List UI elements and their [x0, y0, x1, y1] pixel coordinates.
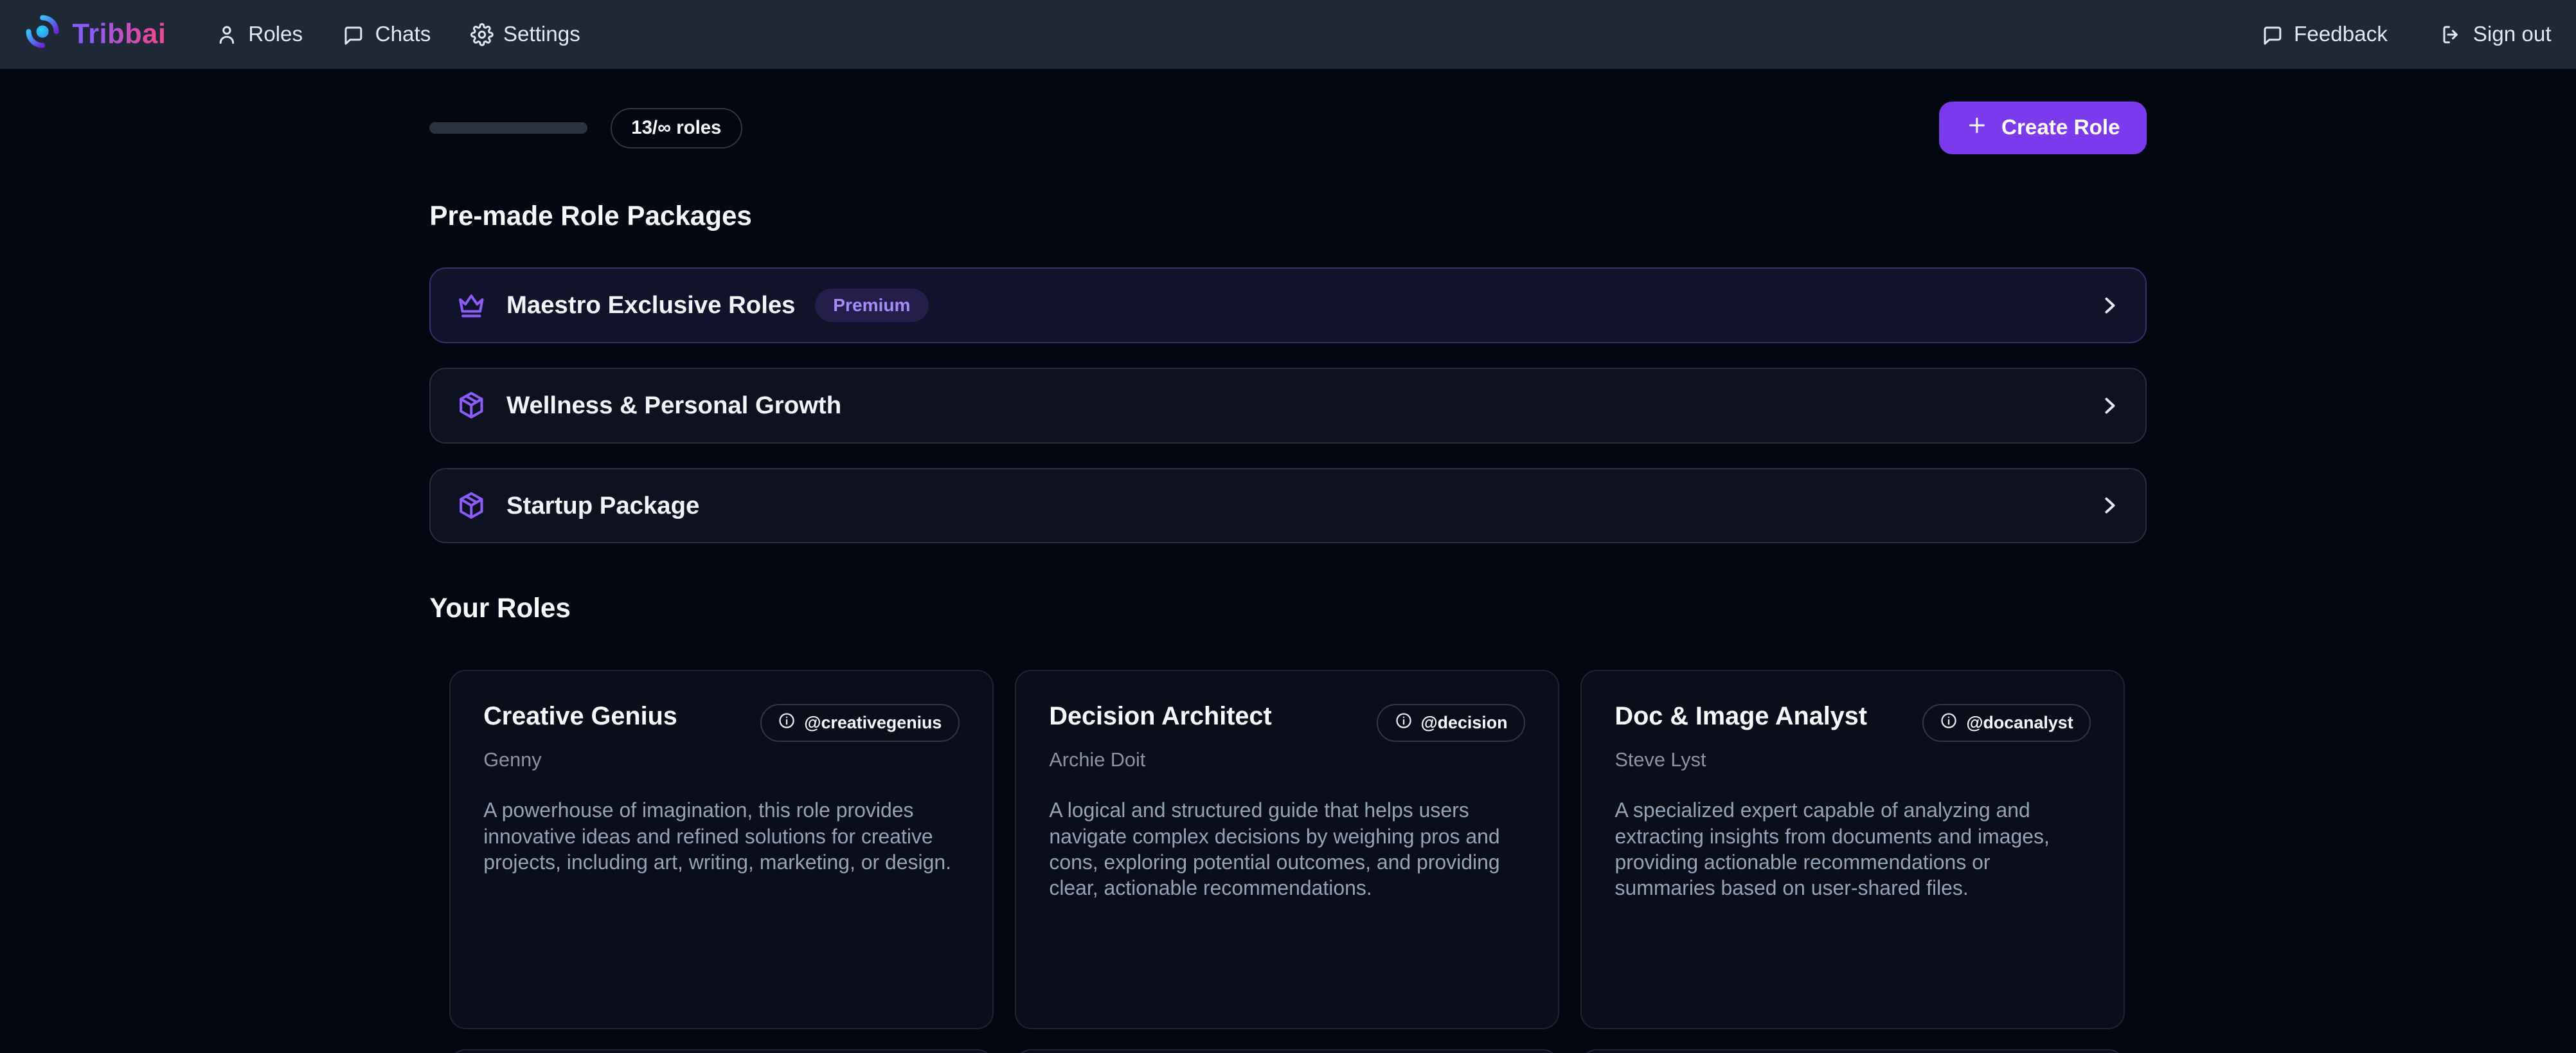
- role-title: Doc & Image Analyst: [1614, 702, 1867, 732]
- role-subtitle: Archie Doit: [1049, 749, 1525, 771]
- package-icon: [456, 390, 487, 421]
- role-card-doc-image-analyst[interactable]: Doc & Image Analyst @docanalyst Steve Ly…: [1580, 670, 2125, 1030]
- feedback-label: Feedback: [2294, 22, 2388, 47]
- create-role-label: Create Role: [2001, 116, 2120, 140]
- premium-badge: Premium: [815, 289, 929, 322]
- nav-right-group: Feedback Sign out: [2261, 22, 2552, 47]
- role-card-partial[interactable]: [1015, 1049, 1559, 1053]
- role-subtitle: Genny: [483, 749, 960, 771]
- role-card-decision-architect[interactable]: Decision Architect @decision Archie Doit…: [1015, 670, 1559, 1030]
- roles-progress-bar: [429, 122, 587, 134]
- package-row-maestro[interactable]: Maestro Exclusive Roles Premium: [429, 267, 2146, 343]
- chat-icon: [2261, 23, 2284, 46]
- role-subtitle: Steve Lyst: [1614, 749, 2091, 771]
- roles-toolbar: 13/∞ roles Create Role: [429, 102, 2146, 154]
- role-card-partial[interactable]: [449, 1049, 994, 1053]
- tribbai-logo-icon: [24, 14, 60, 56]
- package-label: Maestro Exclusive Roles: [506, 291, 796, 320]
- role-title: Creative Genius: [483, 702, 677, 732]
- package-row-startup[interactable]: Startup Package: [429, 468, 2146, 544]
- role-handle: @decision: [1421, 713, 1508, 733]
- brand-name: Tribbai: [72, 19, 166, 50]
- role-title: Decision Architect: [1049, 702, 1271, 732]
- role-card-partial[interactable]: [1580, 1049, 2125, 1053]
- role-cards-grid: Creative Genius @creativegenius Genny A …: [449, 670, 2125, 1030]
- chat-icon: [342, 23, 365, 46]
- role-handle: @docanalyst: [1966, 713, 2073, 733]
- your-roles-section-title: Your Roles: [429, 593, 2146, 624]
- package-label: Wellness & Personal Growth: [506, 392, 841, 420]
- card-header: Decision Architect @decision: [1049, 702, 1525, 742]
- info-icon: [1940, 712, 1958, 734]
- primary-nav: Roles Chats Settings: [215, 22, 580, 47]
- role-description: A powerhouse of imagination, this role p…: [483, 797, 960, 875]
- top-navbar: Tribbai Roles Chats: [0, 0, 2576, 69]
- chevron-right-icon: [2097, 393, 2122, 418]
- role-description: A specialized expert capable of analyzin…: [1614, 797, 2091, 901]
- plus-icon: [1965, 114, 1989, 143]
- role-handle-badge: @decision: [1377, 704, 1525, 742]
- role-handle-badge: @creativegenius: [760, 704, 960, 742]
- package-row-wellness[interactable]: Wellness & Personal Growth: [429, 368, 2146, 444]
- user-icon: [215, 23, 238, 46]
- role-card-creative-genius[interactable]: Creative Genius @creativegenius Genny A …: [449, 670, 994, 1030]
- nav-item-label: Roles: [248, 22, 303, 47]
- role-cards-grid-partial: [449, 1049, 2125, 1053]
- info-icon: [1395, 712, 1413, 734]
- roles-count-badge: 13/∞ roles: [611, 108, 743, 149]
- nav-item-label: Settings: [503, 22, 580, 47]
- chevron-right-icon: [2097, 493, 2122, 518]
- sign-out-label: Sign out: [2473, 22, 2552, 47]
- brand-logo[interactable]: Tribbai: [24, 14, 166, 56]
- nav-item-label: Chats: [375, 22, 431, 47]
- nav-item-chats[interactable]: Chats: [342, 22, 431, 47]
- gear-icon: [470, 23, 494, 46]
- nav-item-settings[interactable]: Settings: [470, 22, 580, 47]
- nav-item-roles[interactable]: Roles: [215, 22, 303, 47]
- app-window: Tribbai Roles Chats: [0, 0, 2576, 1053]
- chevron-right-icon: [2097, 293, 2122, 318]
- package-label: Startup Package: [506, 492, 699, 520]
- logout-icon: [2440, 23, 2464, 46]
- package-icon: [456, 490, 487, 521]
- feedback-button[interactable]: Feedback: [2261, 22, 2388, 47]
- main-content: 13/∞ roles Create Role Pre-made Role Pac…: [429, 102, 2146, 1053]
- crown-icon: [456, 290, 487, 321]
- package-list: Maestro Exclusive Roles Premium Wellness…: [429, 267, 2146, 543]
- card-header: Creative Genius @creativegenius: [483, 702, 960, 742]
- info-icon: [778, 712, 796, 734]
- role-description: A logical and structured guide that help…: [1049, 797, 1525, 901]
- role-handle: @creativegenius: [804, 713, 942, 733]
- create-role-button[interactable]: Create Role: [1939, 102, 2147, 154]
- sign-out-button[interactable]: Sign out: [2440, 22, 2552, 47]
- card-header: Doc & Image Analyst @docanalyst: [1614, 702, 2091, 742]
- role-handle-badge: @docanalyst: [1922, 704, 2091, 742]
- packages-section-title: Pre-made Role Packages: [429, 201, 2146, 231]
